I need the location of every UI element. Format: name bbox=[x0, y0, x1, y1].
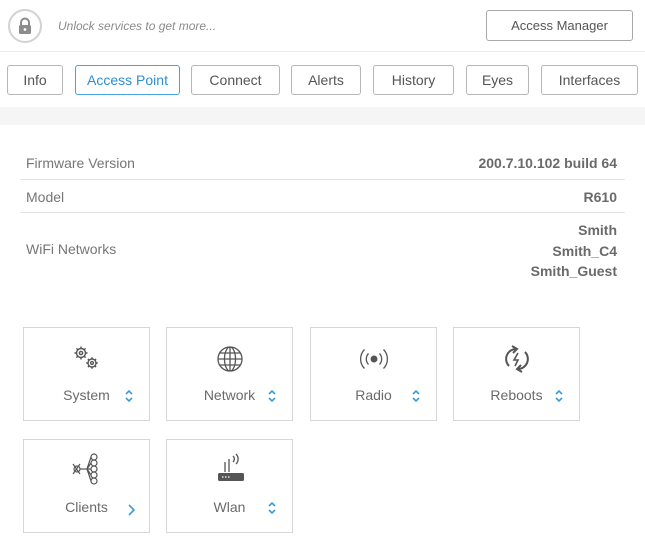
wifi-networks-list: Smith Smith_C4 Smith_Guest bbox=[531, 220, 617, 282]
chevron-right-icon[interactable] bbox=[126, 502, 140, 520]
wifi-networks-row: WiFi Networks Smith Smith_C4 Smith_Guest bbox=[20, 213, 625, 285]
sort-icon[interactable] bbox=[267, 388, 281, 406]
globe-icon bbox=[167, 342, 292, 376]
gears-icon bbox=[24, 342, 149, 376]
firmware-label: Firmware Version bbox=[26, 155, 135, 171]
section-divider bbox=[0, 107, 645, 125]
reboot-icon bbox=[454, 342, 579, 376]
tab-access-point[interactable]: Access Point bbox=[75, 65, 180, 95]
sort-icon[interactable] bbox=[124, 388, 138, 406]
tab-alerts[interactable]: Alerts bbox=[291, 65, 361, 95]
tab-history[interactable]: History bbox=[373, 65, 454, 95]
tile-radio[interactable]: Radio bbox=[310, 327, 437, 421]
sort-icon[interactable] bbox=[411, 388, 425, 406]
tab-bar: Info Access Point Connect Alerts History… bbox=[0, 65, 645, 95]
tile-system[interactable]: System bbox=[23, 327, 150, 421]
sort-icon[interactable] bbox=[267, 500, 281, 518]
tab-interfaces[interactable]: Interfaces bbox=[541, 65, 638, 95]
model-value: R610 bbox=[583, 189, 617, 205]
tab-eyes[interactable]: Eyes bbox=[466, 65, 529, 95]
tile-reboots[interactable]: Reboots bbox=[453, 327, 580, 421]
tile-wlan[interactable]: Wlan bbox=[166, 439, 293, 533]
firmware-value: 200.7.10.102 build 64 bbox=[478, 155, 617, 171]
top-bar: Unlock services to get more... Access Ma… bbox=[0, 0, 645, 52]
tile-clients[interactable]: Clients bbox=[23, 439, 150, 533]
wifi-network-item: Smith_Guest bbox=[530, 263, 617, 279]
wifi-network-item: Smith bbox=[578, 222, 617, 238]
broadcast-icon bbox=[311, 342, 436, 376]
wifi-network-item: Smith_C4 bbox=[552, 242, 617, 259]
unlock-services-text: Unlock services to get more... bbox=[58, 19, 217, 33]
wifi-networks-label: WiFi Networks bbox=[26, 241, 117, 257]
clients-tree-icon bbox=[24, 450, 149, 485]
lock-icon[interactable] bbox=[8, 9, 42, 43]
tab-info[interactable]: Info bbox=[7, 65, 63, 95]
model-row: Model R610 bbox=[20, 180, 625, 213]
tile-network[interactable]: Network bbox=[166, 327, 293, 421]
model-label: Model bbox=[26, 189, 65, 205]
tab-connect[interactable]: Connect bbox=[191, 65, 280, 95]
router-icon bbox=[167, 450, 292, 484]
firmware-row: Firmware Version 200.7.10.102 build 64 bbox=[20, 147, 625, 180]
sort-icon[interactable] bbox=[554, 388, 568, 406]
access-manager-button[interactable]: Access Manager bbox=[486, 10, 633, 41]
